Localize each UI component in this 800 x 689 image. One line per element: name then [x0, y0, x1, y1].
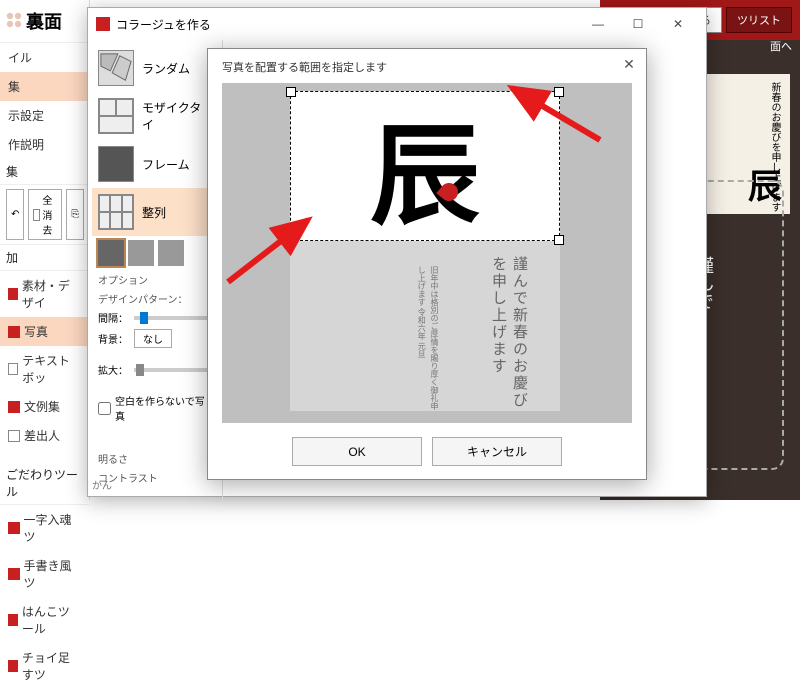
add-item-photo[interactable]: 写真	[0, 317, 89, 346]
logo-decor-icon	[6, 12, 22, 31]
spacing-slider[interactable]	[134, 316, 212, 320]
type-label: フレーム	[142, 156, 190, 173]
add-item-examples[interactable]: 文例集	[0, 392, 89, 421]
type-grid[interactable]: 整列	[92, 188, 218, 236]
sidebar-item-display[interactable]: 示設定	[0, 101, 89, 130]
zoom-slider[interactable]	[134, 368, 212, 372]
examples-icon	[8, 401, 20, 413]
pattern-options	[92, 236, 218, 270]
tool-label: 手書き風ツ	[24, 557, 82, 591]
tool-stamp[interactable]: はんこツール	[0, 597, 89, 643]
to-front-label: 面へ	[770, 38, 792, 54]
pattern-label: デザインパターン：	[92, 289, 218, 308]
undo-icon: ↶	[11, 209, 19, 220]
material-icon	[8, 288, 18, 300]
left-sidebar: 裏面 イル 集 示設定 作説明 集 ↶ 全消去 ⎘ 加 素材・デザイ 写真 テキ…	[0, 0, 90, 500]
no-blank-label: 空白を作らないで写真	[115, 393, 212, 423]
canvas-area[interactable]: 辰 謹んで新春のお慶びを申し上げます 旧年中は格別のご厚情を賜り厚く御礼申し上げ…	[222, 83, 632, 423]
pattern-opt-2[interactable]	[128, 240, 154, 266]
add-item-textbox[interactable]: テキストボッ	[0, 346, 89, 392]
zoom-label: 拡大：	[98, 362, 128, 377]
photo-white-region: 辰	[290, 91, 560, 241]
tool-label: 一字入魂ツ	[24, 511, 82, 545]
window-title: コラージュを作る	[116, 16, 211, 33]
add-heading: 加	[0, 245, 89, 271]
frame-thumb-icon	[98, 146, 134, 182]
range-modal: ✕ 写真を配置する範囲を指定します 辰 謹んで新春のお慶びを申し上げます 旧年中…	[207, 48, 647, 480]
type-mosaic[interactable]: モザイクタイ	[92, 92, 218, 140]
edit-heading: 集	[0, 159, 89, 185]
tool-onechar[interactable]: 一字入魂ツ	[0, 505, 89, 551]
pattern-opt-3[interactable]	[158, 240, 184, 266]
handwrite-icon	[8, 568, 20, 580]
undo-button[interactable]: ↶	[6, 189, 24, 240]
mosaic-thumb-icon	[98, 98, 134, 134]
bg-value[interactable]: なし	[134, 329, 172, 348]
stamp-icon	[8, 614, 18, 626]
grid-thumb-icon	[98, 194, 134, 230]
options-label: オプション	[92, 270, 218, 289]
add-item-label: 写真	[24, 323, 48, 340]
spacing-label: 間隔：	[98, 310, 128, 325]
clear-icon	[33, 209, 40, 221]
modal-instruction: 写真を配置する範囲を指定します	[208, 49, 646, 79]
bg-label: 背景：	[98, 331, 128, 346]
add-item-label: 差出人	[24, 427, 60, 444]
close-button[interactable]: ✕	[658, 12, 698, 36]
app-icon	[96, 17, 110, 31]
maximize-button[interactable]: ☐	[618, 12, 658, 36]
onechar-icon	[8, 522, 20, 534]
sidebar-item-edit[interactable]: 集	[0, 72, 89, 101]
type-random[interactable]: ランダム	[92, 44, 218, 92]
photo-icon	[8, 326, 20, 338]
add-item-label: 文例集	[24, 398, 60, 415]
add-item-material[interactable]: 素材・デザイ	[0, 271, 89, 317]
copy-button[interactable]: ⎘	[66, 189, 84, 240]
greeting-main: 謹んで新春のお慶びを申し上げます	[488, 256, 530, 411]
type-label: ランダム	[142, 60, 190, 77]
type-frame[interactable]: フレーム	[92, 140, 218, 188]
no-blank-checkbox[interactable]	[98, 402, 111, 415]
minimize-button[interactable]: —	[578, 12, 618, 36]
sender-icon	[8, 430, 20, 442]
clear-all-label: 全消去	[42, 192, 57, 237]
sidebar-item-howto[interactable]: 作説明	[0, 130, 89, 159]
modal-close-button[interactable]: ✕	[620, 55, 638, 73]
tool-label: チョイ足すツ	[22, 649, 81, 683]
addtool-icon	[8, 660, 18, 672]
add-item-sender[interactable]: 差出人	[0, 421, 89, 450]
effect-heading: ごだわりツール	[0, 462, 89, 505]
photo-area[interactable]: 辰 謹んで新春のお慶びを申し上げます 旧年中は格別のご厚情を賜り厚く御礼申し上げ…	[290, 91, 560, 411]
sidebar-item-file[interactable]: イル	[0, 43, 89, 72]
copy-icon: ⎘	[71, 209, 79, 220]
hint-text: かん	[92, 477, 112, 492]
tool-add[interactable]: チョイ足すツ	[0, 643, 89, 689]
greeting-sub: 旧年中は格別のご厚情を賜り厚く御礼申し上げます 令和六年 元旦	[414, 266, 440, 411]
app-logo: 裏面	[26, 8, 62, 34]
ok-button[interactable]: OK	[292, 437, 422, 466]
collage-left-panel: ランダム モザイクタイ フレーム 整列 オプション デザインパターン：	[88, 40, 223, 500]
add-item-label: 素材・デザイ	[22, 277, 81, 311]
textbox-icon	[8, 363, 18, 375]
brightness-label: 明るさ	[92, 449, 218, 468]
random-thumb-icon	[98, 50, 134, 86]
mode-list-button[interactable]: ツリスト	[726, 7, 792, 33]
add-item-label: テキストボッ	[22, 352, 81, 386]
tool-label: はんこツール	[22, 603, 81, 637]
calligraphy-char: 辰	[370, 86, 480, 246]
type-label: 整列	[142, 204, 166, 221]
titlebar[interactable]: コラージュを作る — ☐ ✕	[88, 8, 706, 40]
type-label: モザイクタイ	[142, 99, 212, 133]
cancel-button[interactable]: キャンセル	[432, 437, 562, 466]
clear-all-button[interactable]: 全消去	[28, 189, 62, 240]
pattern-opt-1[interactable]	[98, 240, 124, 266]
tool-handwrite[interactable]: 手書き風ツ	[0, 551, 89, 597]
